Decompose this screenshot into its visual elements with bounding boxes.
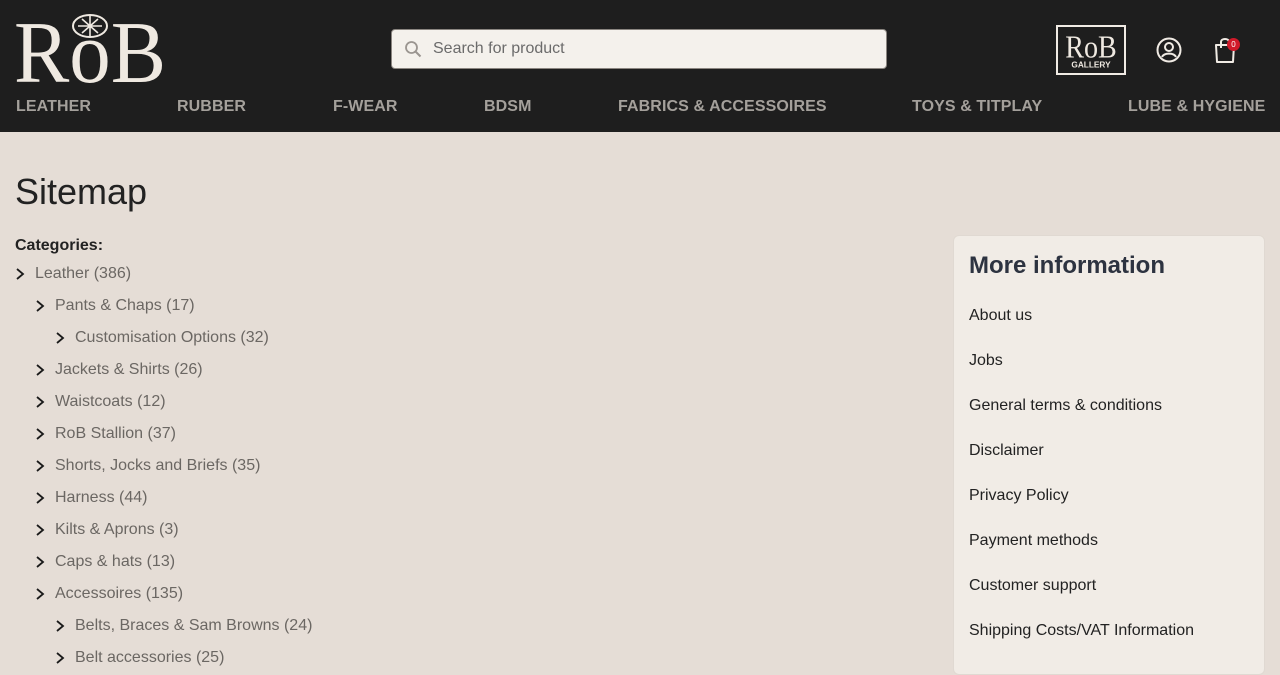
gallery-logo-text: RoB	[1065, 29, 1117, 64]
chevron-right-icon	[36, 364, 45, 376]
chevron-right-icon	[36, 300, 45, 312]
more-information-panel: More information About us Jobs General t…	[953, 235, 1265, 675]
link-privacy-policy[interactable]: Privacy Policy	[969, 486, 1069, 506]
link-payment-methods[interactable]: Payment methods	[969, 531, 1098, 551]
category-item-label: Kilts & Aprons (3)	[55, 521, 179, 538]
page-title: Sitemap	[15, 171, 148, 212]
category-item-label: Harness (44)	[55, 489, 148, 506]
chevron-right-icon	[56, 620, 65, 632]
link-general-terms[interactable]: General terms & conditions	[969, 396, 1162, 416]
site-header: RoB RoB GALLERY 0 LEATHER RUBBER F-WEAR …	[0, 0, 1280, 132]
chevron-right-icon	[36, 492, 45, 504]
gallery-logo-subtext: GALLERY	[1071, 60, 1111, 69]
category-item-label: Jackets & Shirts (26)	[55, 361, 203, 378]
chevron-right-icon	[56, 652, 65, 664]
nav-item-toys-titplay[interactable]: TOYS & TITPLAY	[912, 96, 1042, 118]
search-bar	[391, 29, 887, 69]
chevron-right-icon	[56, 332, 65, 344]
rob-gallery-logo[interactable]: RoB GALLERY	[1056, 25, 1126, 75]
nav-item-f-wear[interactable]: F-WEAR	[333, 96, 398, 118]
chevron-right-icon	[16, 268, 25, 280]
main-nav: LEATHER RUBBER F-WEAR BDSM FABRICS & ACC…	[0, 96, 1280, 120]
nav-item-leather[interactable]: LEATHER	[16, 96, 91, 118]
link-jobs[interactable]: Jobs	[969, 351, 1003, 371]
category-item-label: Belt accessories (25)	[75, 649, 225, 666]
category-item-label: RoB Stallion (37)	[55, 425, 176, 442]
categories-label: Categories:	[15, 237, 104, 254]
category-item-label: Customisation Options (32)	[75, 329, 269, 346]
category-item-label: Leather (386)	[35, 265, 132, 282]
chevron-right-icon	[36, 428, 45, 440]
chevron-right-icon	[36, 396, 45, 408]
more-information-title: More information	[969, 252, 1165, 279]
chevron-right-icon	[36, 588, 45, 600]
account-icon[interactable]	[1156, 37, 1182, 63]
nav-item-fabrics-accessoires[interactable]: FABRICS & ACCESSOIRES	[618, 96, 827, 118]
nav-item-lube-hygiene[interactable]: LUBE & HYGIENE	[1128, 96, 1265, 118]
search-icon	[405, 41, 422, 58]
category-item-label: Pants & Chaps (17)	[55, 297, 195, 314]
category-item-label: Belts, Braces & Sam Browns (24)	[75, 617, 313, 634]
search-input[interactable]	[433, 30, 873, 68]
nav-item-bdsm[interactable]: BDSM	[484, 96, 532, 118]
chevron-right-icon	[36, 460, 45, 472]
chevron-right-icon	[36, 524, 45, 536]
category-item-label: Caps & hats (13)	[55, 553, 176, 570]
category-item-label: Shorts, Jocks and Briefs (35)	[55, 457, 261, 474]
nav-item-rubber[interactable]: RUBBER	[177, 96, 246, 118]
category-item-label: Waistcoats (12)	[55, 393, 166, 410]
cart-count-badge: 0	[1227, 38, 1240, 51]
link-disclaimer[interactable]: Disclaimer	[969, 441, 1044, 461]
link-customer-support[interactable]: Customer support	[969, 576, 1096, 596]
rob-logo[interactable]: RoB	[14, 10, 168, 86]
chevron-right-icon	[36, 556, 45, 568]
link-about-us[interactable]: About us	[969, 306, 1032, 326]
category-item-label: Accessoires (135)	[55, 585, 184, 602]
link-shipping-costs-vat[interactable]: Shipping Costs/VAT Information	[969, 621, 1194, 641]
